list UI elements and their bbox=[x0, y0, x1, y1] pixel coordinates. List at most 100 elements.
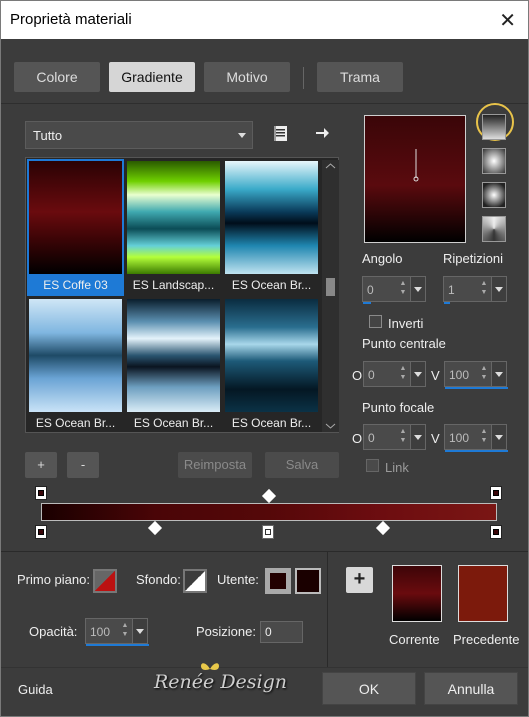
add-gradient-button[interactable]: + bbox=[25, 452, 57, 478]
chevron-up-icon[interactable] bbox=[322, 160, 339, 172]
center-point-label: Punto centrale bbox=[362, 336, 446, 351]
link-checkbox[interactable] bbox=[366, 459, 379, 472]
gradient-stop-top-right[interactable] bbox=[490, 486, 502, 500]
tab-trama[interactable]: Trama bbox=[317, 62, 403, 92]
gradient-swatch bbox=[29, 161, 122, 274]
stepper-arrows-icon[interactable]: ▲ ▼ bbox=[119, 621, 131, 641]
chevron-down-icon[interactable] bbox=[410, 362, 425, 386]
tab-gradiente[interactable]: Gradiente bbox=[109, 62, 195, 92]
current-preview bbox=[392, 565, 442, 622]
chevron-down-icon[interactable] bbox=[322, 420, 339, 432]
tab-colore[interactable]: Colore bbox=[14, 62, 100, 92]
gradient-tile[interactable]: ES Coffe 03 bbox=[27, 159, 124, 296]
position-field[interactable]: 0 bbox=[260, 621, 303, 643]
gradient-tile[interactable]: ES Ocean Br... bbox=[27, 297, 124, 434]
arrow-right-icon[interactable] bbox=[314, 125, 330, 141]
chevron-down-icon[interactable] bbox=[491, 362, 506, 386]
gallery-scrollbar[interactable] bbox=[322, 160, 339, 432]
chevron-down-icon[interactable] bbox=[491, 277, 506, 301]
gradient-tile[interactable]: ES Landscap... bbox=[125, 159, 222, 296]
gradient-swatch bbox=[127, 161, 220, 274]
gradient-swatch bbox=[29, 299, 122, 412]
gradient-editor-bar[interactable] bbox=[41, 503, 497, 521]
gradient-swatch bbox=[225, 161, 318, 274]
help-link[interactable]: Guida bbox=[18, 682, 53, 697]
focal-o-value: 0 bbox=[368, 431, 375, 445]
gradient-stop-top-left[interactable] bbox=[35, 486, 47, 500]
user-swatch-1[interactable] bbox=[265, 568, 291, 594]
chevron-down-icon[interactable] bbox=[491, 425, 506, 449]
tab-separator bbox=[303, 67, 304, 89]
scrollbar-thumb[interactable] bbox=[326, 278, 335, 296]
current-label: Corrente bbox=[389, 632, 440, 647]
chevron-down-icon[interactable] bbox=[410, 425, 425, 449]
previous-preview[interactable] bbox=[458, 565, 508, 622]
gradient-tile[interactable]: ES Ocean Br... bbox=[223, 297, 320, 434]
center-o-label: O bbox=[352, 368, 363, 383]
remove-gradient-button[interactable]: - bbox=[67, 452, 99, 478]
invert-checkbox[interactable] bbox=[369, 315, 382, 328]
add-color-icon[interactable]: + bbox=[346, 567, 373, 593]
focal-o-stepper[interactable]: 0 ▲ ▼ bbox=[363, 424, 426, 450]
invert-label: Inverti bbox=[388, 316, 424, 331]
divider bbox=[1, 103, 528, 104]
foreground-label: Primo piano: bbox=[17, 572, 90, 587]
angle-stepper[interactable]: 0 ▲ ▼ bbox=[362, 276, 426, 304]
tab-motivo[interactable]: Motivo bbox=[204, 62, 290, 92]
background-swatch[interactable] bbox=[183, 569, 207, 593]
chevron-down-icon[interactable] bbox=[132, 619, 147, 643]
dialog-body: Colore Gradiente Motivo Trama Tutto ES C… bbox=[1, 39, 528, 716]
previous-label: Precedente bbox=[453, 632, 520, 647]
cancel-button[interactable]: Annulla bbox=[424, 672, 518, 705]
stepper-arrows-icon[interactable]: ▲ ▼ bbox=[478, 427, 490, 447]
opacity-value: 100 bbox=[90, 625, 111, 639]
close-icon[interactable]: ✕ bbox=[499, 8, 516, 33]
gradient-stop-bottom-middle[interactable] bbox=[262, 525, 274, 539]
gradient-name: ES Ocean Br... bbox=[35, 416, 116, 430]
gradient-tile[interactable]: ES Ocean Br... bbox=[223, 159, 320, 296]
gradient-preview[interactable] bbox=[364, 115, 466, 243]
gradient-stop-bottom-left[interactable] bbox=[35, 525, 47, 539]
stepper-arrows-icon[interactable]: ▲ ▼ bbox=[397, 427, 409, 447]
stepper-arrows-icon[interactable]: ▲ ▼ bbox=[397, 364, 409, 384]
reset-button[interactable]: Reimposta bbox=[178, 452, 252, 478]
category-value: Tutto bbox=[33, 128, 63, 143]
stepper-arrows-icon[interactable]: ▲ ▼ bbox=[478, 364, 490, 384]
gradient-name: ES Ocean Br... bbox=[231, 416, 312, 430]
chevron-down-icon[interactable] bbox=[410, 277, 425, 301]
angle-handle[interactable] bbox=[365, 116, 465, 242]
focal-v-stepper[interactable]: 100 ▲ ▼ bbox=[444, 424, 508, 452]
gradient-swatch bbox=[225, 299, 318, 412]
center-o-stepper[interactable]: 0 ▲ ▼ bbox=[363, 361, 426, 387]
repeats-stepper[interactable]: 1 ▲ ▼ bbox=[443, 276, 507, 304]
stepper-arrows-icon[interactable]: ▲ ▼ bbox=[478, 279, 490, 299]
center-v-stepper[interactable]: 100 ▲ ▼ bbox=[444, 361, 508, 389]
user-swatch-2[interactable] bbox=[295, 568, 321, 594]
foreground-swatch[interactable] bbox=[93, 569, 117, 593]
midpoint-marker-top[interactable] bbox=[261, 488, 277, 504]
focal-v-level-bar bbox=[445, 450, 508, 452]
link-label: Link bbox=[385, 460, 409, 475]
midpoint-marker[interactable] bbox=[147, 520, 163, 536]
chevron-down-icon bbox=[238, 133, 246, 138]
focal-point-label: Punto focale bbox=[362, 400, 435, 415]
angle-value: 0 bbox=[367, 283, 374, 297]
category-select[interactable]: Tutto bbox=[25, 121, 253, 149]
ok-button[interactable]: OK bbox=[322, 672, 416, 705]
center-o-value: 0 bbox=[368, 368, 375, 382]
stepper-arrows-icon[interactable]: ▲ ▼ bbox=[397, 279, 409, 299]
sunburst-style-icon[interactable] bbox=[482, 216, 506, 242]
opacity-stepper[interactable]: 100 ▲ ▼ bbox=[85, 618, 149, 646]
rectangular-style-icon[interactable] bbox=[482, 148, 506, 174]
save-button[interactable]: Salva bbox=[265, 452, 339, 478]
center-v-level-bar bbox=[445, 387, 508, 389]
midpoint-marker[interactable] bbox=[375, 520, 391, 536]
gradient-tile[interactable]: ES Ocean Br... bbox=[125, 297, 222, 434]
linear-style-icon[interactable] bbox=[482, 114, 506, 140]
radial-style-icon[interactable] bbox=[482, 182, 506, 208]
divider bbox=[1, 667, 528, 668]
divider bbox=[1, 551, 528, 552]
book-icon[interactable] bbox=[272, 125, 290, 143]
gradient-stop-bottom-right[interactable] bbox=[490, 525, 502, 539]
divider bbox=[327, 551, 328, 667]
